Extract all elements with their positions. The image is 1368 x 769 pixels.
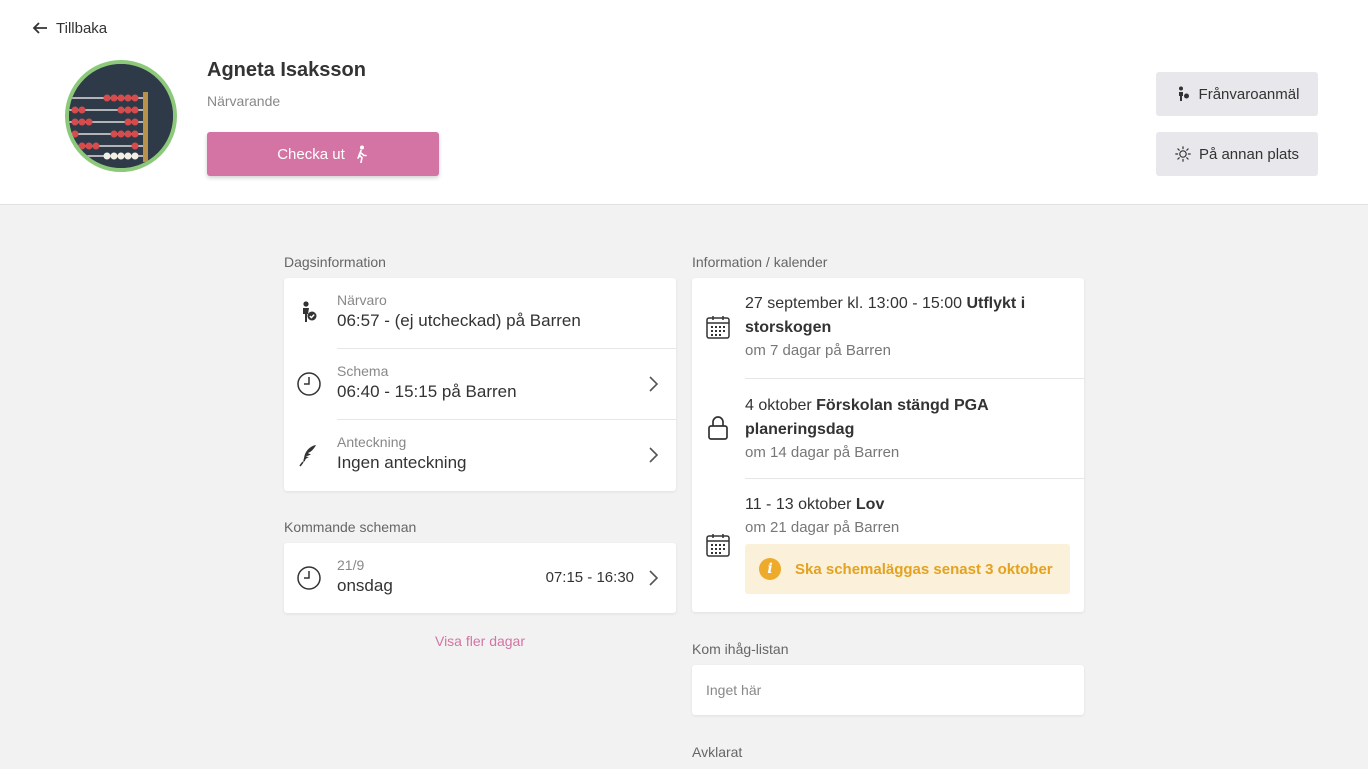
calendar-event[interactable]: 27 september kl. 13:00 - 15:00 Utflykt i…	[706, 278, 1084, 379]
attendance-value: 06:57 - (ej utcheckad) på Barren	[337, 311, 581, 330]
clock-icon	[297, 372, 321, 396]
attendance-row: Närvaro 06:57 - (ej utcheckad) på Barren	[303, 278, 676, 349]
note-row[interactable]: Anteckning Ingen anteckning	[299, 420, 676, 491]
event-subtitle: om 21 dagar på Barren	[745, 519, 900, 536]
sun-icon	[1175, 146, 1191, 162]
chevron-right-icon	[649, 447, 659, 463]
event-subtitle: om 14 dagar på Barren	[745, 444, 900, 461]
child-name: Agneta Isaksson	[207, 59, 366, 81]
schedule-label: Schema	[337, 363, 389, 379]
person-absent-icon	[1178, 86, 1189, 101]
note-value: Ingen anteckning	[337, 453, 467, 472]
walking-person-icon	[356, 145, 367, 163]
event-title: 27 september kl. 13:00 - 15:00 Utflykt i…	[745, 295, 1026, 336]
calendar-title: Information / kalender	[692, 254, 828, 270]
person-check-icon	[303, 301, 317, 322]
upcoming-title: Kommande scheman	[284, 519, 417, 535]
arrow-left-icon	[32, 22, 47, 34]
feather-icon	[299, 445, 316, 467]
upcoming-day: onsdag	[337, 576, 393, 595]
back-label: Tillbaka	[56, 19, 108, 37]
checkout-label: Checka ut	[277, 145, 345, 163]
reminder-title: Kom ihåg-listan	[692, 641, 789, 657]
checkout-button[interactable]: Checka ut	[207, 132, 439, 176]
done-title: Avklarat	[692, 744, 743, 760]
event-subtitle: om 7 dagar på Barren	[745, 342, 891, 359]
attendance-status: Närvarande	[207, 93, 281, 109]
event-title: 4 oktober Förskolan stängd PGA planering…	[745, 397, 989, 438]
reminder-list-field[interactable]: Inget här	[692, 665, 1084, 715]
back-button[interactable]: Tillbaka	[30, 18, 107, 38]
calendar-card: 27 september kl. 13:00 - 15:00 Utflykt i…	[692, 278, 1084, 612]
calendar-icon	[706, 316, 730, 339]
upcoming-card: 21/9 onsdag 07:15 - 16:30	[284, 543, 676, 613]
chevron-right-icon	[649, 376, 659, 392]
upcoming-date: 21/9	[337, 557, 365, 573]
abacus-icon	[69, 64, 173, 168]
note-label: Anteckning	[337, 434, 407, 450]
elsewhere-label: På annan plats	[1198, 145, 1300, 163]
absence-report-label: Frånvaroanmäl	[1198, 85, 1300, 103]
lock-icon	[708, 416, 728, 440]
day-info-card: Närvaro 06:57 - (ej utcheckad) på Barren…	[284, 278, 676, 491]
avatar	[65, 60, 177, 172]
schedule-deadline-notice: i Ska schemaläggas senast 3 oktober	[745, 544, 1070, 594]
attendance-label: Närvaro	[337, 292, 387, 308]
event-title: 11 - 13 oktober Lov	[745, 496, 885, 513]
schedule-row[interactable]: Schema 06:40 - 15:15 på Barren	[297, 349, 676, 420]
upcoming-time: 07:15 - 16:30	[545, 569, 634, 586]
calendar-icon	[706, 534, 730, 557]
day-info-title: Dagsinformation	[284, 254, 386, 270]
chevron-right-icon	[649, 570, 659, 586]
info-icon: i	[759, 558, 781, 580]
notice-text: Ska schemaläggas senast 3 oktober	[795, 560, 1053, 578]
calendar-event[interactable]: 4 oktober Förskolan stängd PGA planering…	[708, 379, 1084, 479]
absence-report-button[interactable]: Frånvaroanmäl	[1156, 72, 1318, 116]
calendar-event[interactable]: 11 - 13 oktober Lov om 21 dagar på Barre…	[706, 479, 1084, 612]
profile-header: Tillbaka Agneta Isaksson Närvarande Chec…	[0, 0, 1368, 205]
show-more-days-link[interactable]: Visa fler dagar	[284, 633, 676, 649]
schedule-value: 06:40 - 15:15 på Barren	[337, 382, 517, 401]
clock-icon	[297, 566, 321, 590]
elsewhere-button[interactable]: På annan plats	[1156, 132, 1318, 176]
upcoming-schedule-row[interactable]: 21/9 onsdag 07:15 - 16:30	[297, 543, 676, 613]
